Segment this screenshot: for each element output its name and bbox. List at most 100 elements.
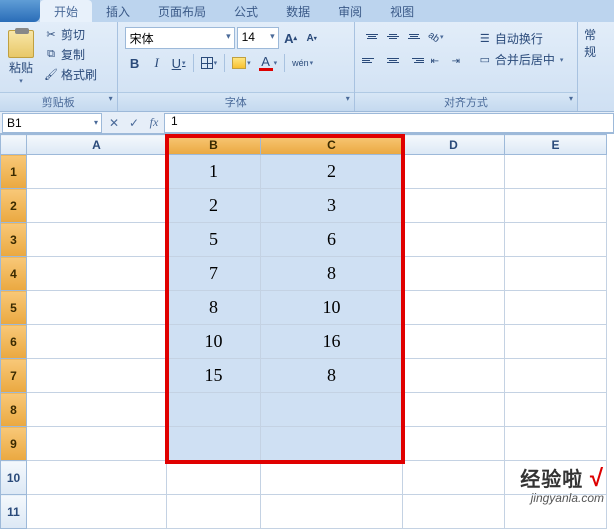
borders-button[interactable] bbox=[198, 53, 221, 73]
align-left-button[interactable] bbox=[362, 51, 382, 69]
phonetic-button[interactable]: wén bbox=[289, 53, 316, 73]
col-header-D[interactable]: D bbox=[403, 135, 505, 155]
cell[interactable] bbox=[27, 257, 167, 291]
col-header-C[interactable]: C bbox=[261, 135, 403, 155]
cell[interactable] bbox=[27, 359, 167, 393]
cancel-formula-button[interactable]: ✕ bbox=[104, 116, 124, 130]
row-header[interactable]: 3 bbox=[1, 223, 27, 257]
cell[interactable] bbox=[27, 155, 167, 189]
row-header[interactable]: 6 bbox=[1, 325, 27, 359]
cell[interactable] bbox=[27, 189, 167, 223]
cell[interactable]: 16 bbox=[261, 325, 403, 359]
row-header[interactable]: 9 bbox=[1, 427, 27, 461]
underline-button[interactable]: U bbox=[169, 53, 189, 73]
orientation-button[interactable]: ab bbox=[425, 27, 447, 47]
cell[interactable] bbox=[505, 223, 607, 257]
bold-button[interactable]: B bbox=[125, 53, 145, 73]
tab-data[interactable]: 数据 bbox=[272, 0, 324, 22]
cell[interactable] bbox=[403, 189, 505, 223]
cell[interactable]: 10 bbox=[261, 291, 403, 325]
cell[interactable] bbox=[261, 461, 403, 495]
cell[interactable] bbox=[403, 393, 505, 427]
cell[interactable] bbox=[261, 393, 403, 427]
cell[interactable] bbox=[27, 325, 167, 359]
grid[interactable]: A B C D E 112 223 356 478 5810 61016 715… bbox=[0, 134, 607, 529]
cell[interactable] bbox=[505, 427, 607, 461]
merge-center-button[interactable]: ▭ 合并后居中 ▾ bbox=[476, 50, 566, 69]
paste-button[interactable]: 粘贴 ▾ bbox=[3, 25, 39, 89]
fx-button[interactable]: fx bbox=[144, 115, 164, 130]
cell[interactable]: 8 bbox=[261, 257, 403, 291]
col-header-B[interactable]: B bbox=[167, 135, 261, 155]
align-bottom-button[interactable] bbox=[404, 27, 424, 45]
tab-formulas[interactable]: 公式 bbox=[220, 0, 272, 22]
group-alignment-label[interactable]: 对齐方式 bbox=[355, 92, 577, 111]
indent-decrease-button[interactable]: ⇤ bbox=[425, 51, 445, 71]
cell[interactable] bbox=[403, 427, 505, 461]
cell[interactable]: 7 bbox=[167, 257, 261, 291]
align-middle-button[interactable] bbox=[383, 27, 403, 45]
row-header[interactable]: 10 bbox=[1, 461, 27, 495]
cell[interactable] bbox=[403, 155, 505, 189]
col-header-A[interactable]: A bbox=[27, 135, 167, 155]
font-size-select[interactable]: 14 bbox=[237, 27, 279, 49]
cell[interactable] bbox=[505, 359, 607, 393]
font-name-select[interactable]: 宋体 bbox=[125, 27, 235, 49]
group-clipboard-label[interactable]: 剪贴板 bbox=[0, 92, 117, 111]
cell[interactable]: 8 bbox=[261, 359, 403, 393]
cell[interactable]: 8 bbox=[167, 291, 261, 325]
cell[interactable] bbox=[403, 291, 505, 325]
row-header[interactable]: 7 bbox=[1, 359, 27, 393]
row-header[interactable]: 8 bbox=[1, 393, 27, 427]
cut-button[interactable]: ✂ 剪切 bbox=[41, 25, 100, 44]
cell[interactable]: 2 bbox=[261, 155, 403, 189]
cell[interactable] bbox=[403, 325, 505, 359]
cell[interactable] bbox=[505, 155, 607, 189]
group-font-label[interactable]: 字体 bbox=[118, 92, 354, 111]
cell[interactable] bbox=[27, 427, 167, 461]
wrap-text-button[interactable]: ☰ 自动换行 bbox=[476, 29, 566, 48]
cell[interactable]: 5 bbox=[167, 223, 261, 257]
cell[interactable] bbox=[27, 495, 167, 529]
cell[interactable]: 10 bbox=[167, 325, 261, 359]
cell[interactable] bbox=[167, 427, 261, 461]
cell[interactable] bbox=[27, 393, 167, 427]
cell[interactable] bbox=[403, 223, 505, 257]
tab-insert[interactable]: 插入 bbox=[92, 0, 144, 22]
cell[interactable] bbox=[403, 359, 505, 393]
tab-layout[interactable]: 页面布局 bbox=[144, 0, 220, 22]
cell[interactable]: 3 bbox=[261, 189, 403, 223]
cell[interactable] bbox=[403, 461, 505, 495]
select-all-corner[interactable] bbox=[1, 135, 27, 155]
italic-button[interactable]: I bbox=[147, 53, 167, 73]
shrink-font-button[interactable]: A▾ bbox=[302, 28, 322, 48]
cell[interactable] bbox=[505, 189, 607, 223]
cell[interactable] bbox=[505, 393, 607, 427]
cell[interactable]: 6 bbox=[261, 223, 403, 257]
cell[interactable] bbox=[403, 495, 505, 529]
row-header[interactable]: 5 bbox=[1, 291, 27, 325]
cell[interactable] bbox=[261, 427, 403, 461]
row-header[interactable]: 1 bbox=[1, 155, 27, 189]
font-color-button[interactable]: A bbox=[256, 53, 281, 73]
tab-home[interactable]: 开始 bbox=[40, 0, 92, 22]
cell[interactable] bbox=[167, 461, 261, 495]
row-header[interactable]: 2 bbox=[1, 189, 27, 223]
formula-input[interactable]: 1 bbox=[164, 113, 614, 133]
cell[interactable]: 15 bbox=[167, 359, 261, 393]
format-painter-button[interactable]: 🖌 格式刷 bbox=[41, 65, 100, 84]
cell[interactable] bbox=[27, 461, 167, 495]
cell[interactable] bbox=[167, 495, 261, 529]
cell[interactable] bbox=[167, 393, 261, 427]
row-header[interactable]: 11 bbox=[1, 495, 27, 529]
indent-increase-button[interactable]: ⇥ bbox=[446, 51, 466, 71]
col-header-E[interactable]: E bbox=[505, 135, 607, 155]
cell[interactable] bbox=[261, 495, 403, 529]
name-box[interactable]: B1 bbox=[2, 113, 102, 133]
cell[interactable] bbox=[505, 325, 607, 359]
fill-color-button[interactable] bbox=[229, 53, 254, 73]
copy-button[interactable]: ⧉ 复制 bbox=[41, 45, 100, 64]
align-top-button[interactable] bbox=[362, 27, 382, 45]
cell[interactable] bbox=[505, 257, 607, 291]
cell[interactable] bbox=[505, 291, 607, 325]
